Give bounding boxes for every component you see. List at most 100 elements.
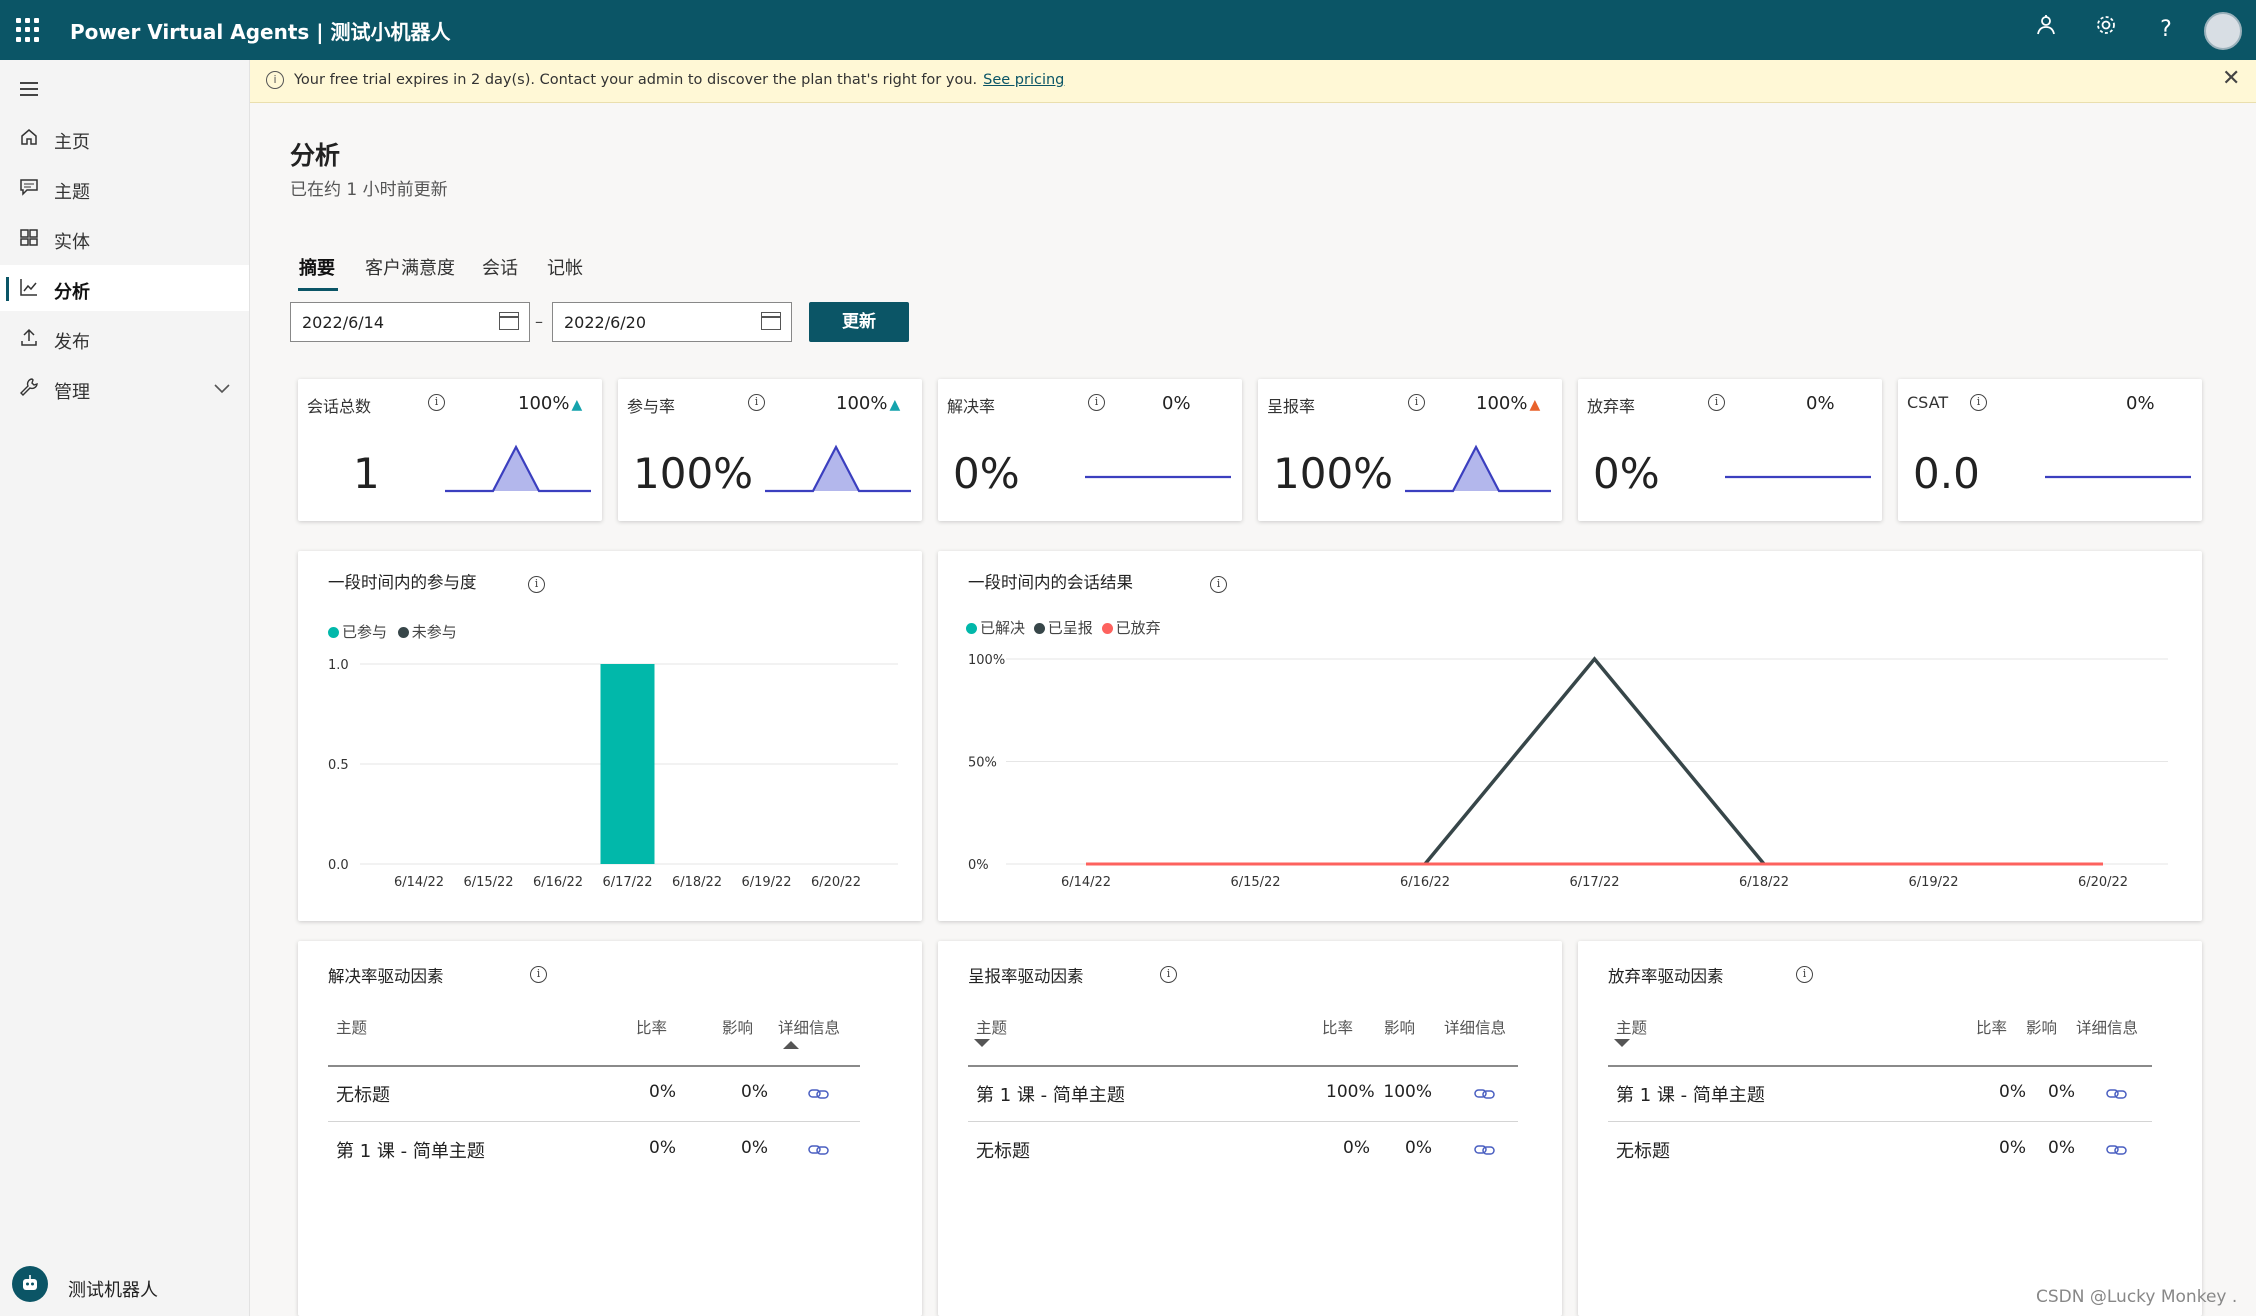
update-button[interactable]: 更新 bbox=[809, 302, 909, 342]
bot-avatar[interactable] bbox=[12, 1266, 48, 1302]
x-tick-label: 6/16/22 bbox=[533, 875, 583, 890]
info-icon[interactable]: i bbox=[1970, 394, 1987, 411]
y-tick-label: 100% bbox=[968, 653, 1005, 668]
help-icon[interactable]: ? bbox=[2150, 14, 2182, 46]
end-date-value: 2022/6/20 bbox=[564, 313, 647, 332]
kpi-delta: 0% bbox=[1806, 393, 1835, 414]
gear-icon[interactable] bbox=[2090, 14, 2122, 46]
topic-cell[interactable]: 第 1 课 - 简单主题 bbox=[1616, 1081, 1765, 1107]
kpi-delta: 100% ▲ bbox=[518, 393, 582, 414]
tab-sessions[interactable]: 会话 bbox=[482, 254, 518, 280]
kpi-value: 0.0 bbox=[1913, 449, 1980, 498]
column-header-details[interactable]: 详细信息 bbox=[2076, 1016, 2138, 1038]
sparkline-peak bbox=[1405, 444, 1551, 493]
topic-cell[interactable]: 无标题 bbox=[976, 1137, 1030, 1163]
link-icon[interactable] bbox=[2106, 1141, 2128, 1155]
info-icon[interactable]: i bbox=[1708, 394, 1725, 411]
column-header-details[interactable]: 详细信息 bbox=[778, 1016, 840, 1038]
kpi-delta-value: 0% bbox=[1162, 393, 1191, 414]
app-title: Power Virtual Agents | 测试小机器人 bbox=[70, 20, 451, 44]
sidebar-item-publish[interactable]: 发布 bbox=[0, 315, 249, 361]
column-header-impact[interactable]: 影响 bbox=[722, 1016, 753, 1038]
column-header-details[interactable]: 详细信息 bbox=[1444, 1016, 1506, 1038]
info-icon[interactable]: i bbox=[428, 394, 445, 411]
rate-cell: 0% bbox=[1999, 1082, 2026, 1102]
impact-cell: 0% bbox=[741, 1082, 768, 1102]
kpi-label: 放弃率 bbox=[1587, 397, 1636, 416]
tab-csat[interactable]: 客户满意度 bbox=[365, 254, 455, 280]
start-date-picker[interactable]: 2022/6/14 bbox=[290, 302, 530, 342]
tab-summary[interactable]: 摘要 bbox=[299, 254, 335, 280]
kpi-delta: 0% bbox=[1162, 393, 1191, 414]
tab-underline bbox=[298, 288, 338, 291]
column-header-impact[interactable]: 影响 bbox=[2026, 1016, 2057, 1038]
kpi-value: 0% bbox=[953, 449, 1020, 498]
column-header-rate[interactable]: 比率 bbox=[1976, 1016, 2007, 1038]
impact-cell: 0% bbox=[741, 1138, 768, 1158]
sidebar-item-entities[interactable]: 实体 bbox=[0, 215, 249, 261]
sort-up-icon[interactable] bbox=[783, 1041, 799, 1049]
column-header-rate[interactable]: 比率 bbox=[636, 1016, 667, 1038]
link-icon[interactable] bbox=[808, 1141, 830, 1155]
watermark: CSDN @Lucky Monkey . bbox=[2036, 1287, 2238, 1307]
column-header-topic[interactable]: 主题 bbox=[1616, 1016, 1647, 1038]
sparkline-flat bbox=[1085, 475, 1231, 479]
kpi-label: 会话总数 bbox=[307, 397, 372, 416]
close-icon[interactable]: ✕ bbox=[2222, 66, 2240, 91]
see-pricing-link[interactable]: See pricing bbox=[983, 72, 1064, 88]
calendar-icon[interactable] bbox=[761, 312, 781, 330]
driver-table-title: 解决率驱动因素 bbox=[328, 967, 444, 986]
header-divider bbox=[328, 1065, 860, 1067]
link-icon[interactable] bbox=[808, 1085, 830, 1099]
sidebar-item-analytics[interactable]: 分析 bbox=[0, 265, 249, 311]
waffle-icon[interactable] bbox=[16, 18, 40, 42]
column-header-topic[interactable]: 主题 bbox=[336, 1016, 367, 1038]
sort-down-icon[interactable] bbox=[1614, 1039, 1630, 1047]
kpi-delta-value: 0% bbox=[2126, 393, 2155, 414]
driver-table-title: 呈报率驱动因素 bbox=[968, 967, 1084, 986]
link-icon[interactable] bbox=[1474, 1141, 1496, 1155]
calendar-icon[interactable] bbox=[499, 312, 519, 330]
outcomes-chart-card: 一段时间内的会话结果 i 已解决 已呈报 已放弃 100% 50% 0% 6/14/2… bbox=[938, 551, 2202, 921]
engagement-bar-chart: 1.0 0.5 0.0 6/14/22 6/15/22 6/16/22 6/17/22 6/1… bbox=[328, 658, 898, 890]
home-icon bbox=[18, 127, 40, 149]
chevron-down-icon[interactable] bbox=[214, 379, 230, 398]
info-icon[interactable]: i bbox=[1796, 966, 1813, 983]
user-avatar[interactable] bbox=[2204, 12, 2242, 50]
sidebar-item-manage[interactable]: 管理 bbox=[0, 365, 249, 411]
topic-cell[interactable]: 第 1 课 - 简单主题 bbox=[976, 1081, 1125, 1107]
sidebar-item-label: 主题 bbox=[54, 182, 90, 203]
row-divider bbox=[328, 1121, 860, 1122]
sidebar-item-label: 管理 bbox=[54, 382, 90, 403]
topic-cell[interactable]: 第 1 课 - 简单主题 bbox=[336, 1137, 485, 1163]
end-date-picker[interactable]: 2022/6/20 bbox=[552, 302, 792, 342]
info-icon[interactable]: i bbox=[1160, 966, 1177, 983]
wrench-icon bbox=[18, 377, 40, 399]
sidebar-item-home[interactable]: 主页 bbox=[0, 115, 249, 161]
column-header-topic[interactable]: 主题 bbox=[976, 1016, 1007, 1038]
link-icon[interactable] bbox=[1474, 1085, 1496, 1099]
hamburger-menu-icon[interactable] bbox=[20, 82, 38, 96]
page-title: 分析 bbox=[290, 141, 341, 170]
date-separator: – bbox=[535, 312, 543, 331]
column-header-impact[interactable]: 影响 bbox=[1384, 1016, 1415, 1038]
sort-down-icon[interactable] bbox=[974, 1039, 990, 1047]
info-icon[interactable]: i bbox=[748, 394, 765, 411]
topic-cell[interactable]: 无标题 bbox=[1616, 1137, 1670, 1163]
info-icon[interactable]: i bbox=[530, 966, 547, 983]
info-icon[interactable]: i bbox=[1408, 394, 1425, 411]
kpi-delta-value: 100% bbox=[518, 393, 570, 414]
x-tick-label: 6/15/22 bbox=[463, 875, 513, 890]
sparkline-flat bbox=[1725, 475, 1871, 479]
sidebar-item-topics[interactable]: 主题 bbox=[0, 165, 249, 211]
info-icon[interactable]: i bbox=[1088, 394, 1105, 411]
tab-billing[interactable]: 记帐 bbox=[547, 254, 583, 280]
impact-cell: 0% bbox=[2048, 1082, 2075, 1102]
link-icon[interactable] bbox=[2106, 1085, 2128, 1099]
bot-person-icon[interactable] bbox=[2030, 14, 2062, 46]
header-divider bbox=[1608, 1065, 2152, 1067]
column-header-rate[interactable]: 比率 bbox=[1322, 1016, 1353, 1038]
bar[interactable] bbox=[600, 664, 655, 864]
y-tick-label: 0.5 bbox=[328, 758, 349, 773]
topic-cell[interactable]: 无标题 bbox=[336, 1081, 390, 1107]
